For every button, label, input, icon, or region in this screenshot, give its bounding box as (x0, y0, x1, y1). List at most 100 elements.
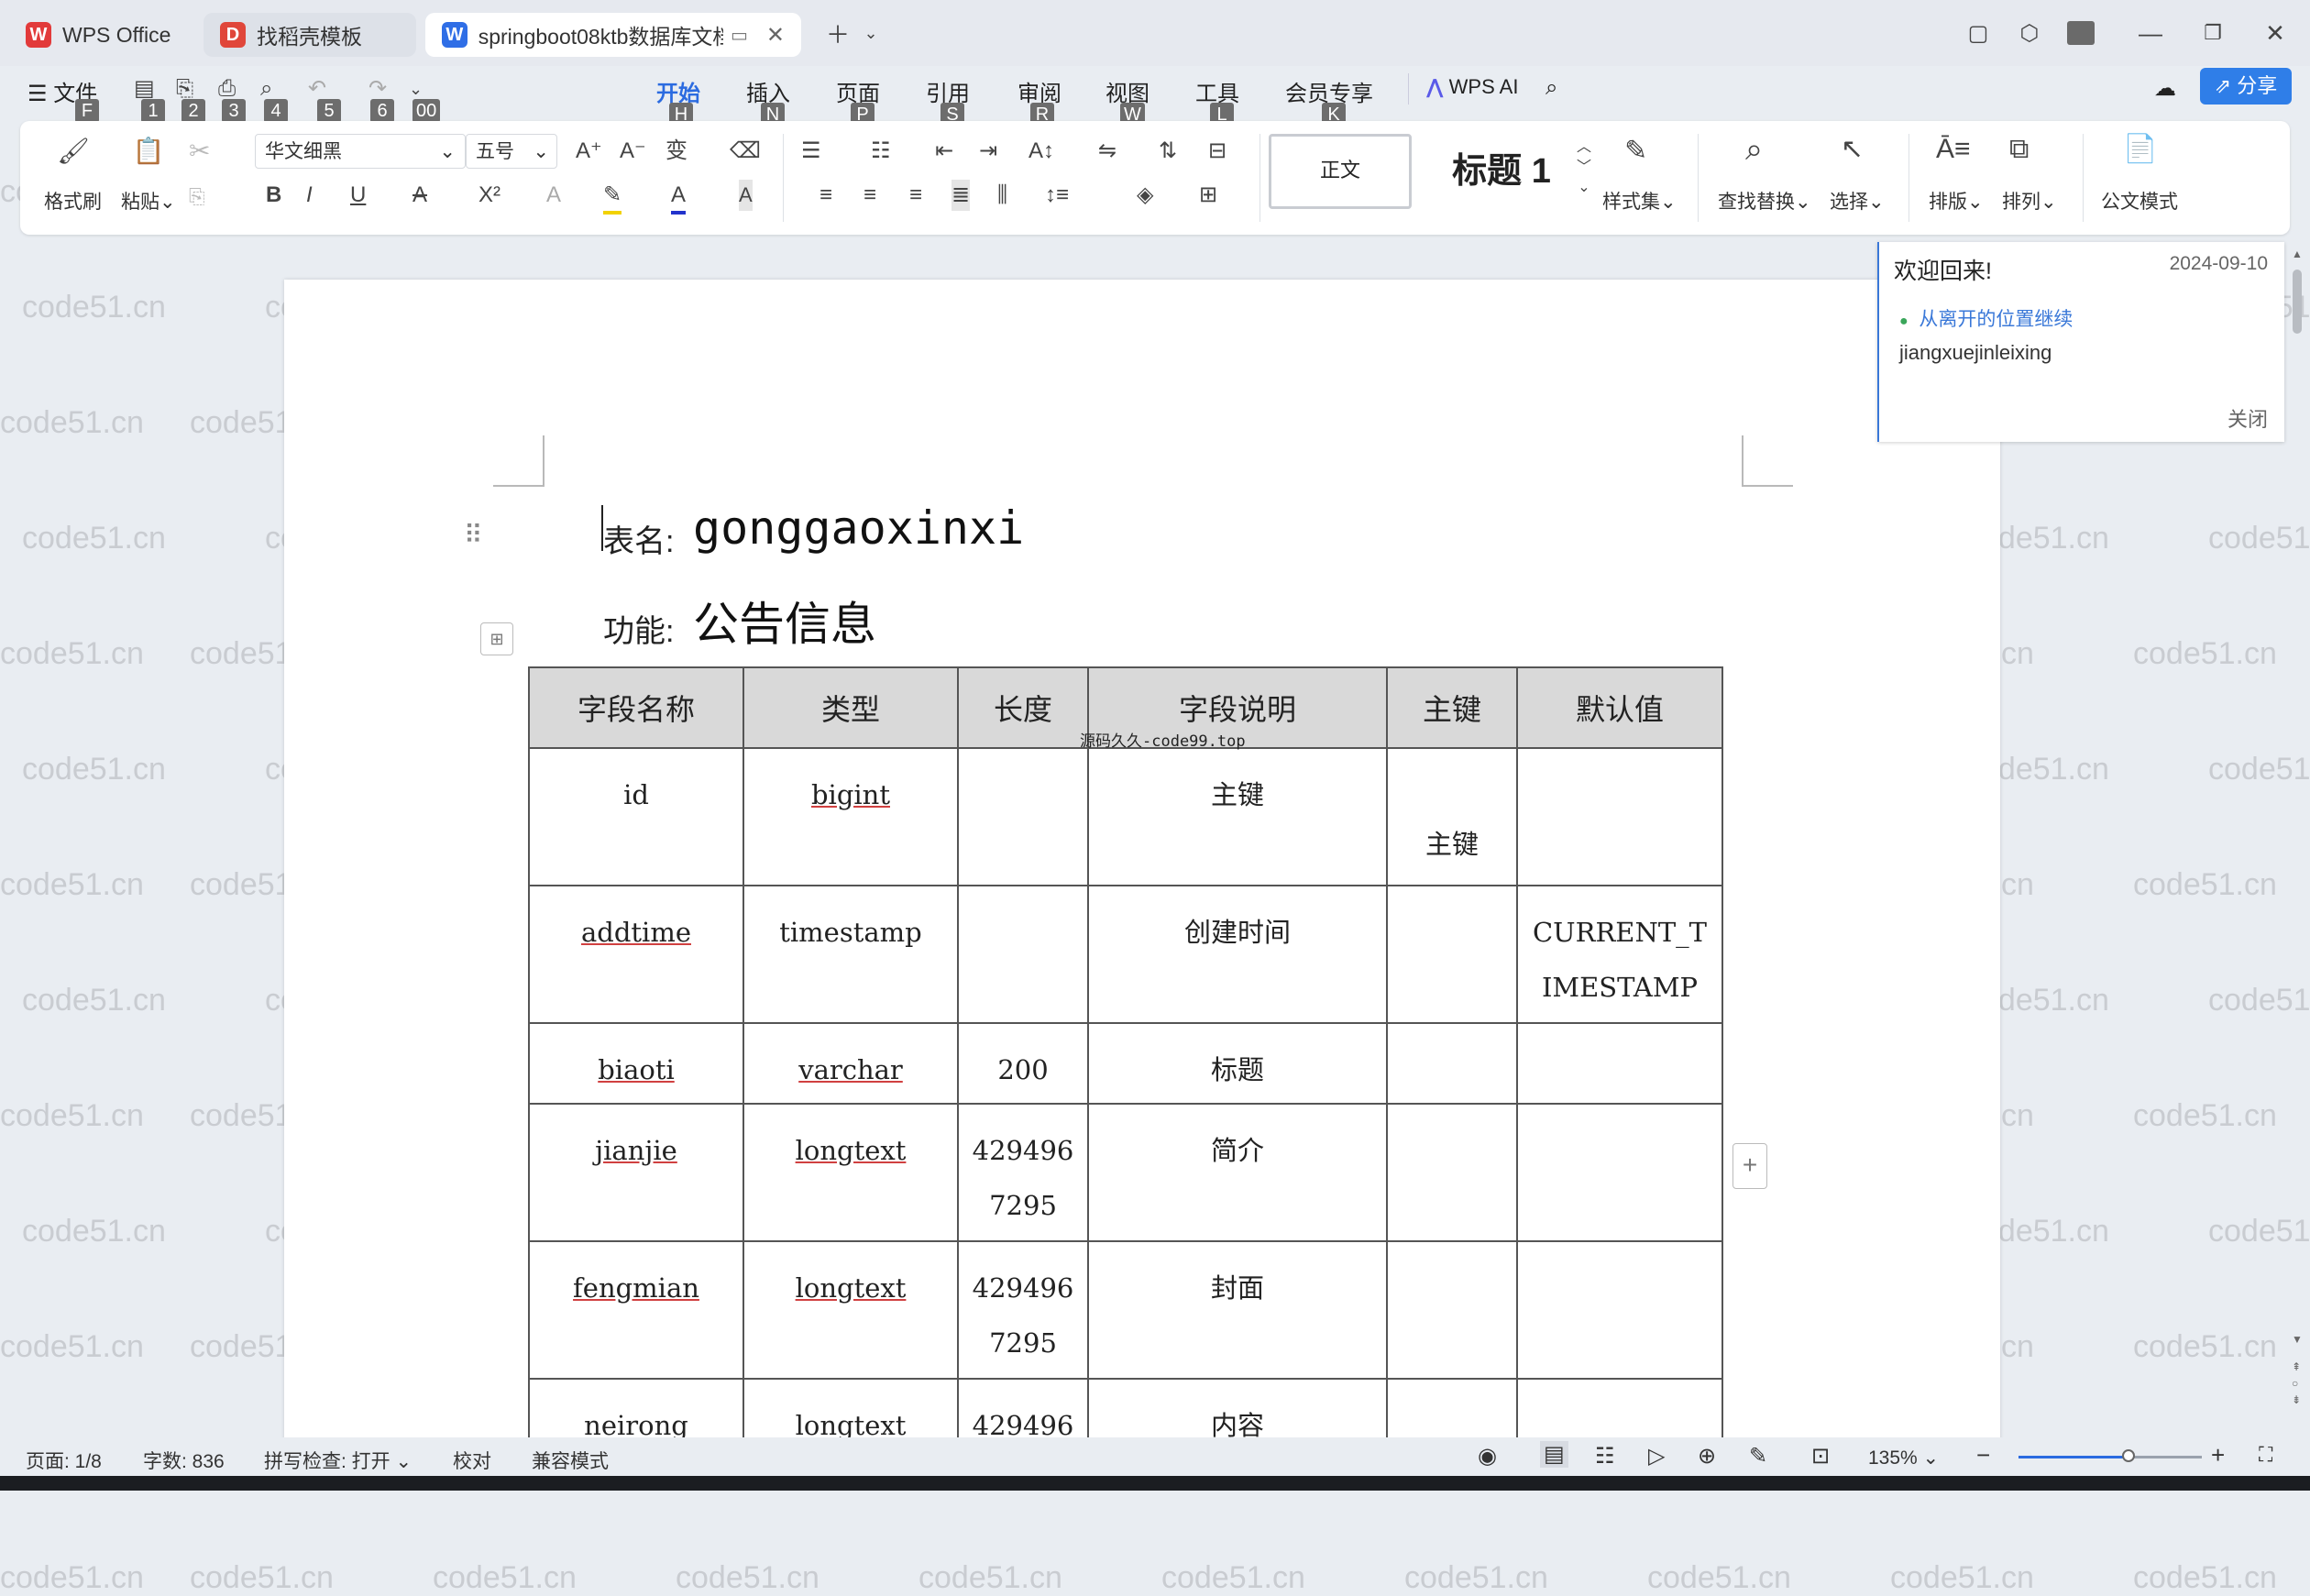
document-page[interactable]: ⠿ 表名: gonggaoxinxi ⊞ 功能: 公告信息 字段名称 类型 长度… (284, 280, 2000, 1462)
wps-ai-button[interactable]: ⋀ WPS AI (1426, 75, 1518, 99)
cell-length[interactable]: 4294967295 (957, 1240, 1089, 1380)
cell-type[interactable]: longtext (742, 1103, 959, 1242)
cell-desc[interactable]: 简介 (1087, 1103, 1388, 1242)
text-effect-icon[interactable]: A (546, 180, 561, 211)
copy-icon[interactable]: ⎘ (189, 182, 205, 213)
spell-check-toggle[interactable]: 拼写检查: 打开 ⌄ (264, 1447, 412, 1474)
cell-desc[interactable]: 源码久久-code99.top 主键 (1080, 732, 1388, 886)
font-color-icon[interactable]: A (671, 180, 687, 215)
scrollbar-thumb[interactable] (2293, 270, 2302, 334)
drag-handle-icon[interactable]: ⠿ (464, 520, 483, 550)
font-family-select[interactable]: 华文细黑 ⌄ (255, 134, 466, 169)
shading-icon[interactable]: ◈ (1137, 180, 1153, 211)
align-right-icon[interactable]: ≡ (909, 180, 922, 211)
outline-view-icon[interactable]: ☷ (1595, 1443, 1615, 1469)
tab-document[interactable]: W springboot08ktb数据库文档 ▭ ✕ (425, 13, 801, 57)
cell-default[interactable] (1516, 747, 1723, 886)
tab-wps-office[interactable]: W WPS Office (9, 13, 192, 57)
typeset-icon[interactable]: Ā≡ (1936, 134, 1971, 165)
zoom-in-icon[interactable]: + (2211, 1441, 2225, 1469)
cell-desc[interactable]: 标题 (1087, 1022, 1388, 1105)
shrink-font-icon[interactable]: A⁻ (620, 136, 646, 167)
official-mode-button[interactable]: 公文模式 (2101, 187, 2178, 215)
paste-icon[interactable]: 📋 (128, 136, 169, 167)
fit-page-icon[interactable]: ⊡ (1811, 1443, 1830, 1469)
char-shading-icon[interactable]: A (739, 180, 753, 211)
cell-pk[interactable] (1386, 1240, 1518, 1380)
cell-length[interactable] (957, 747, 1089, 886)
resume-link[interactable]: ● 从离开的位置继续 (1899, 304, 2073, 332)
cell-desc[interactable]: 封面 (1087, 1240, 1388, 1380)
justify-icon[interactable]: ≣ (952, 180, 971, 211)
scroll-up-icon[interactable]: ▲ (2292, 248, 2303, 260)
text-direction-icon[interactable]: ⇋ (1098, 136, 1116, 167)
show-marks-icon[interactable]: ⊟ (1208, 136, 1226, 167)
arrange-button[interactable]: 排列⌄ (2002, 187, 2057, 215)
format-painter-button[interactable]: 格式刷 (44, 187, 102, 215)
tab-template[interactable]: D 找稻壳模板 (204, 13, 416, 57)
official-doc-icon[interactable]: 📄 (2123, 134, 2157, 165)
clear-format-icon[interactable]: ⌫ (730, 136, 761, 167)
cell-type[interactable]: longtext (742, 1240, 959, 1380)
style-scroll-icon[interactable]: ︿ ﹀ ⌄ (1577, 138, 1591, 198)
popup-close-button[interactable]: 关闭 (2228, 403, 2268, 433)
search-icon[interactable]: ⌕ (1546, 75, 1557, 101)
paste-button[interactable]: 粘贴⌄ (121, 187, 176, 215)
paragraph-spacing-icon[interactable]: ↕≡ (1045, 180, 1069, 211)
typeset-button[interactable]: 排版⌄ (1929, 187, 1984, 215)
maximize-icon[interactable]: ❐ (2194, 17, 2231, 50)
cell-name[interactable]: id (528, 747, 744, 886)
zoom-slider-knob[interactable] (2122, 1449, 2135, 1462)
cloud-upload-icon[interactable]: ☁ (2154, 75, 2176, 102)
share-button[interactable]: ⇗ 分享 (2200, 68, 2292, 105)
vertical-scrollbar[interactable]: ▲ ▼ ⇞ ○ ⇟ (2286, 242, 2308, 1434)
cell-name[interactable]: addtime (528, 885, 744, 1024)
align-center-icon[interactable]: ≡ (864, 180, 876, 211)
tab-list-chevron-icon[interactable]: ⌄ (852, 17, 889, 50)
style-normal[interactable]: 正文 (1269, 134, 1412, 209)
distribute-icon[interactable]: ⫼ (997, 180, 1007, 211)
cut-icon[interactable]: ✂ (189, 136, 210, 167)
cell-default[interactable] (1516, 1103, 1723, 1242)
web-view-icon[interactable]: ⊕ (1698, 1443, 1716, 1469)
cell-name[interactable]: jianjie (528, 1103, 744, 1242)
phonetic-icon[interactable]: 变 (666, 136, 688, 167)
new-tab-icon[interactable]: ＋ (820, 17, 856, 50)
cell-pk[interactable] (1386, 885, 1518, 1024)
cube-icon[interactable]: ⬡ (2011, 17, 2048, 50)
page-nav-icon[interactable]: ⇞ ○ ⇟ (2292, 1359, 2301, 1408)
find-icon[interactable]: ⌕ (1745, 134, 1763, 165)
font-size-select[interactable]: 五号 ⌄ (466, 134, 557, 169)
cell-name[interactable]: biaoti (528, 1022, 744, 1105)
style-set-button[interactable]: 样式集⌄ (1602, 187, 1677, 215)
align-left-icon[interactable]: ≡ (820, 180, 832, 211)
scroll-down-icon[interactable]: ▼ (2292, 1333, 2303, 1346)
play-icon[interactable]: ▷ (1648, 1443, 1665, 1469)
increase-indent-icon[interactable]: ⇥ (979, 136, 997, 167)
cell-default[interactable] (1516, 1022, 1723, 1105)
cell-length[interactable]: 4294967295 (957, 1103, 1089, 1242)
eye-protect-icon[interactable]: ◉ (1478, 1443, 1497, 1469)
select-button[interactable]: 选择⌄ (1830, 187, 1885, 215)
close-window-icon[interactable]: ✕ (2257, 17, 2294, 50)
zoom-out-icon[interactable]: − (1976, 1441, 1990, 1469)
numbered-list-icon[interactable]: ☷ (871, 136, 891, 167)
cell-type[interactable]: varchar (742, 1022, 959, 1105)
highlight-icon[interactable]: ✎ (603, 180, 622, 215)
page-indicator[interactable]: 页面: 1/8 (26, 1447, 102, 1474)
zoom-slider[interactable] (2018, 1449, 2202, 1462)
bullet-list-icon[interactable]: ☰ (801, 136, 821, 167)
cell-type[interactable]: bigint (742, 747, 959, 886)
cell-type[interactable]: timestamp (742, 885, 959, 1024)
italic-icon[interactable]: I (306, 180, 313, 211)
style-heading-1[interactable]: 标题 1 (1428, 139, 1575, 204)
proofread-button[interactable]: 校对 (453, 1447, 491, 1474)
arrange-icon[interactable]: ⧉ (2009, 134, 2029, 165)
borders-icon[interactable]: ⊞ (1199, 180, 1217, 211)
format-painter-icon[interactable]: 🖌 (53, 136, 94, 167)
underline-icon[interactable]: U (350, 180, 366, 211)
cell-length[interactable] (957, 885, 1089, 1024)
strikethrough-icon[interactable]: A (412, 180, 427, 211)
cell-pk[interactable] (1386, 1022, 1518, 1105)
close-tab-icon[interactable]: ✕ (766, 22, 785, 49)
